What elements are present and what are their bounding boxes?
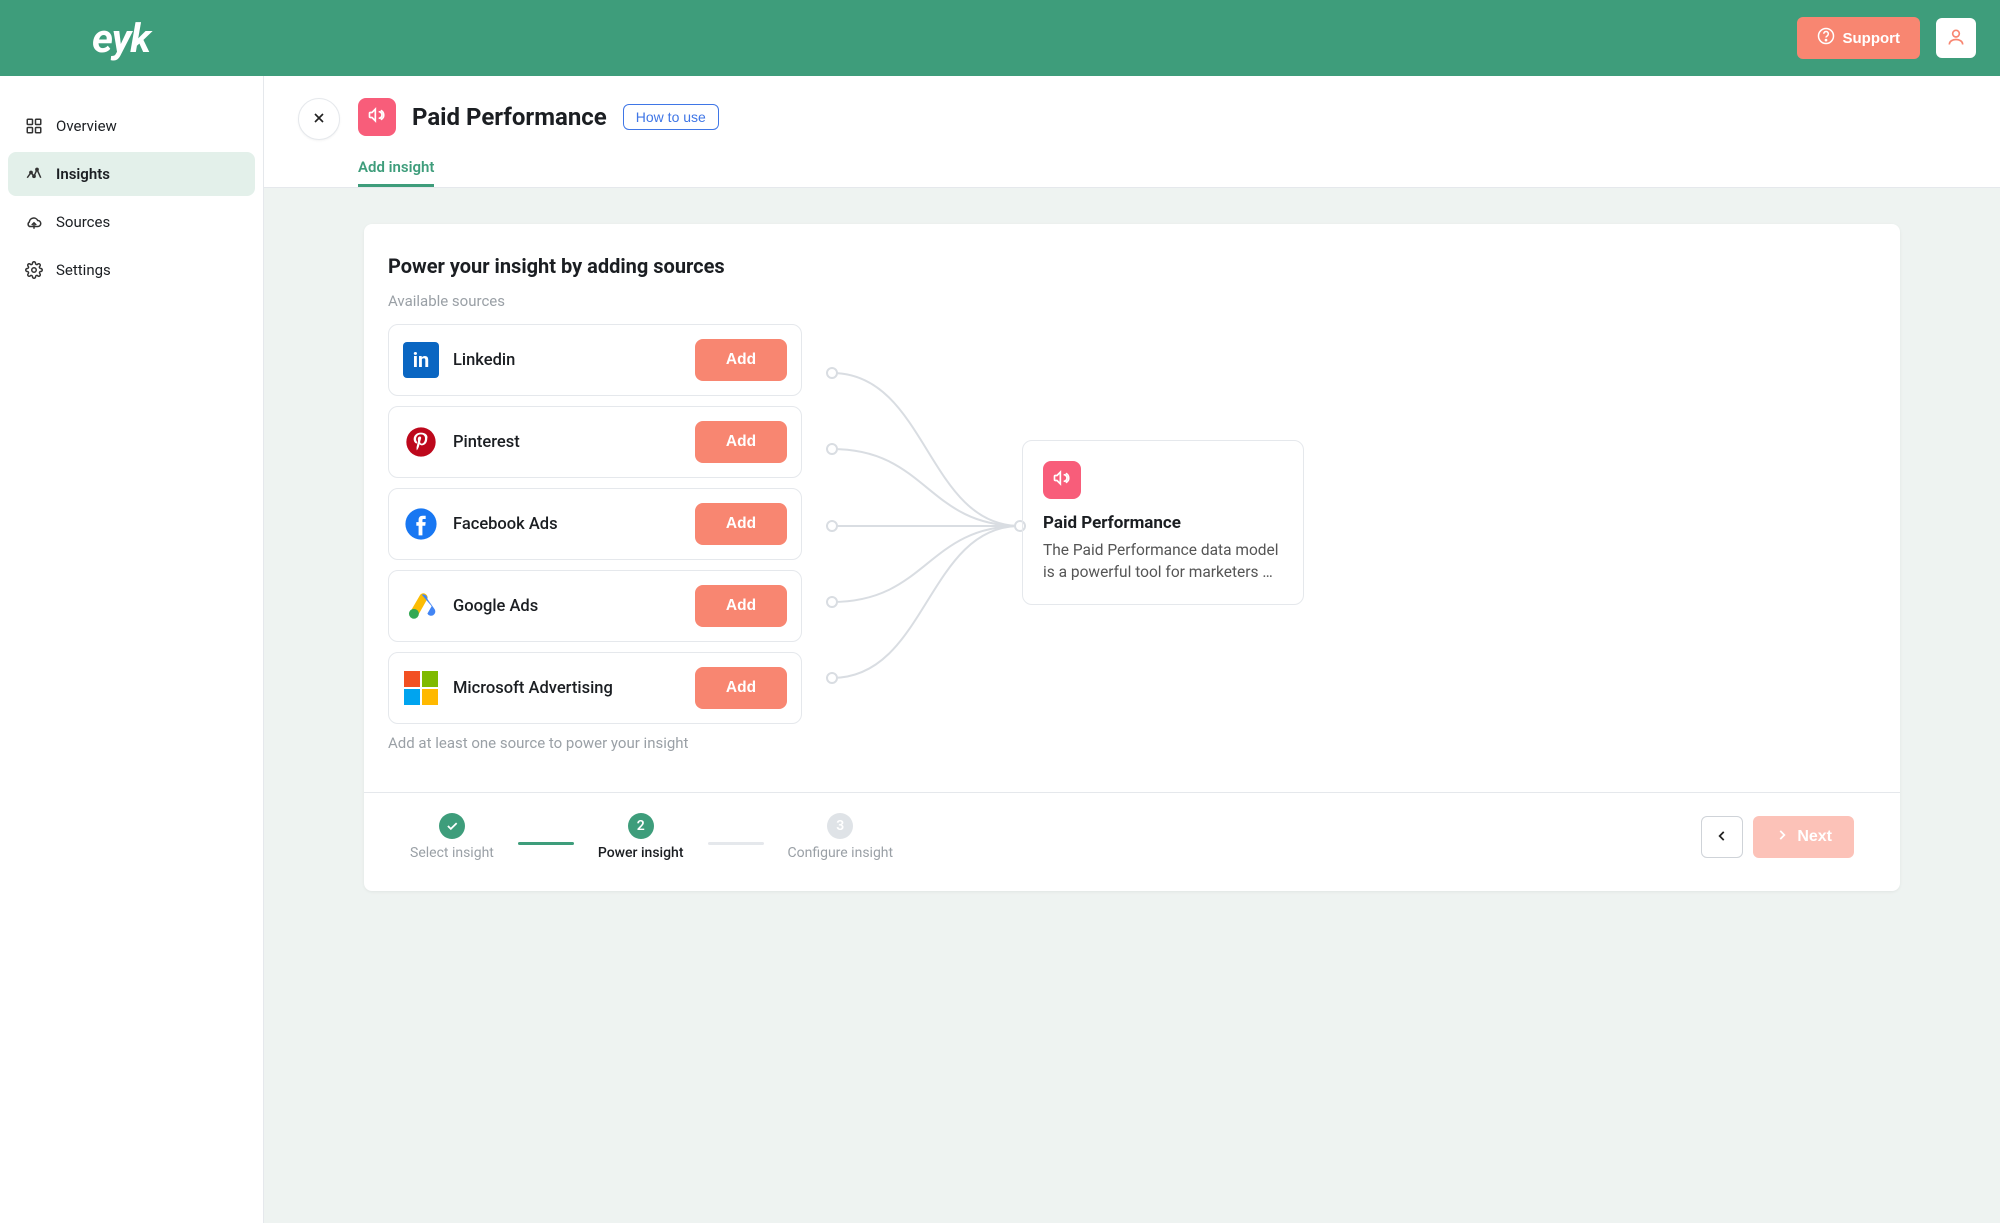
facebook-icon: [403, 506, 439, 542]
sidebar-item-label: Settings: [56, 261, 111, 279]
source-name: Facebook Ads: [453, 515, 681, 534]
destination-icon: [1043, 461, 1081, 499]
top-header: eyk Support: [0, 0, 2000, 76]
step-power-insight: 2 Power insight: [598, 813, 684, 861]
sidebar-item-overview[interactable]: Overview: [8, 104, 255, 148]
source-row-linkedin: in Linkedin Add: [388, 324, 802, 396]
sidebar-item-label: Insights: [56, 165, 110, 183]
next-button[interactable]: Next: [1753, 816, 1854, 858]
add-source-button[interactable]: Add: [695, 503, 787, 545]
microsoft-icon: [403, 670, 439, 706]
hint-text: Add at least one source to power your in…: [388, 734, 802, 752]
add-source-button[interactable]: Add: [695, 421, 787, 463]
card-title: Power your insight by adding sources: [388, 254, 1876, 278]
stepper-row: Select insight 2 Power insight 3 Configu…: [388, 813, 1876, 861]
help-icon: [1817, 27, 1835, 49]
add-source-button[interactable]: Add: [695, 585, 787, 627]
sidebar-item-settings[interactable]: Settings: [8, 248, 255, 292]
tab-add-insight[interactable]: Add insight: [358, 150, 434, 187]
check-icon: [439, 813, 465, 839]
main: Paid Performance How to use Add insight …: [264, 76, 2000, 1223]
step-label: Select insight: [410, 845, 494, 861]
grid-icon: [24, 116, 44, 136]
sidebar: Overview Insights Sources Settings: [0, 76, 264, 1223]
google-ads-icon: [403, 588, 439, 624]
sidebar-item-label: Overview: [56, 117, 117, 135]
source-row-pinterest: Pinterest Add: [388, 406, 802, 478]
connector-area: Paid Performance The Paid Performance da…: [842, 338, 1876, 738]
support-label: Support: [1843, 30, 1901, 47]
insights-icon: [24, 164, 44, 184]
logo: eyk: [92, 15, 150, 62]
megaphone-icon: [1052, 468, 1072, 492]
source-row-microsoft: Microsoft Advertising Add: [388, 652, 802, 724]
step-number: 2: [628, 813, 654, 839]
gear-icon: [24, 260, 44, 280]
step-label: Power insight: [598, 845, 684, 861]
wizard-card: Power your insight by adding sources Ava…: [364, 224, 1900, 891]
page-header: Paid Performance How to use Add insight: [264, 76, 2000, 188]
sidebar-item-sources[interactable]: Sources: [8, 200, 255, 244]
source-row-facebook: Facebook Ads Add: [388, 488, 802, 560]
step-label: Configure insight: [788, 845, 894, 861]
profile-button[interactable]: [1936, 18, 1976, 58]
add-source-button[interactable]: Add: [695, 339, 787, 381]
step-connector: [518, 842, 574, 845]
step-configure-insight: 3 Configure insight: [788, 813, 894, 861]
source-name: Microsoft Advertising: [453, 679, 681, 698]
source-name: Google Ads: [453, 597, 681, 616]
destination-title: Paid Performance: [1043, 513, 1283, 533]
available-sources-label: Available sources: [388, 292, 1876, 310]
pinterest-icon: [403, 424, 439, 460]
next-label: Next: [1797, 828, 1832, 846]
close-button[interactable]: [298, 98, 340, 140]
megaphone-icon: [367, 105, 387, 129]
step-select-insight: Select insight: [410, 813, 494, 861]
step-connector: [708, 842, 764, 845]
support-button[interactable]: Support: [1797, 17, 1921, 59]
stepper: Select insight 2 Power insight 3 Configu…: [410, 813, 893, 861]
page-icon: [358, 98, 396, 136]
sidebar-item-insights[interactable]: Insights: [8, 152, 255, 196]
page-title: Paid Performance: [412, 103, 607, 131]
chevron-left-icon: [1715, 829, 1729, 846]
linkedin-icon: in: [403, 342, 439, 378]
how-to-use-button[interactable]: How to use: [623, 104, 719, 130]
destination-card: Paid Performance The Paid Performance da…: [1022, 440, 1304, 605]
sources-column: in Linkedin Add Pinterest Add: [388, 324, 802, 752]
user-icon: [1946, 27, 1966, 50]
close-icon: [311, 110, 327, 129]
add-source-button[interactable]: Add: [695, 667, 787, 709]
chevron-right-icon: [1775, 828, 1789, 847]
source-name: Linkedin: [453, 351, 681, 370]
cloud-icon: [24, 212, 44, 232]
step-number: 3: [827, 813, 853, 839]
destination-desc: The Paid Performance data model is a pow…: [1043, 539, 1283, 584]
source-row-googleads: Google Ads Add: [388, 570, 802, 642]
divider: [364, 792, 1900, 793]
sidebar-item-label: Sources: [56, 213, 110, 231]
back-button[interactable]: [1701, 816, 1743, 858]
connector-lines: [832, 338, 1022, 738]
source-name: Pinterest: [453, 433, 681, 452]
